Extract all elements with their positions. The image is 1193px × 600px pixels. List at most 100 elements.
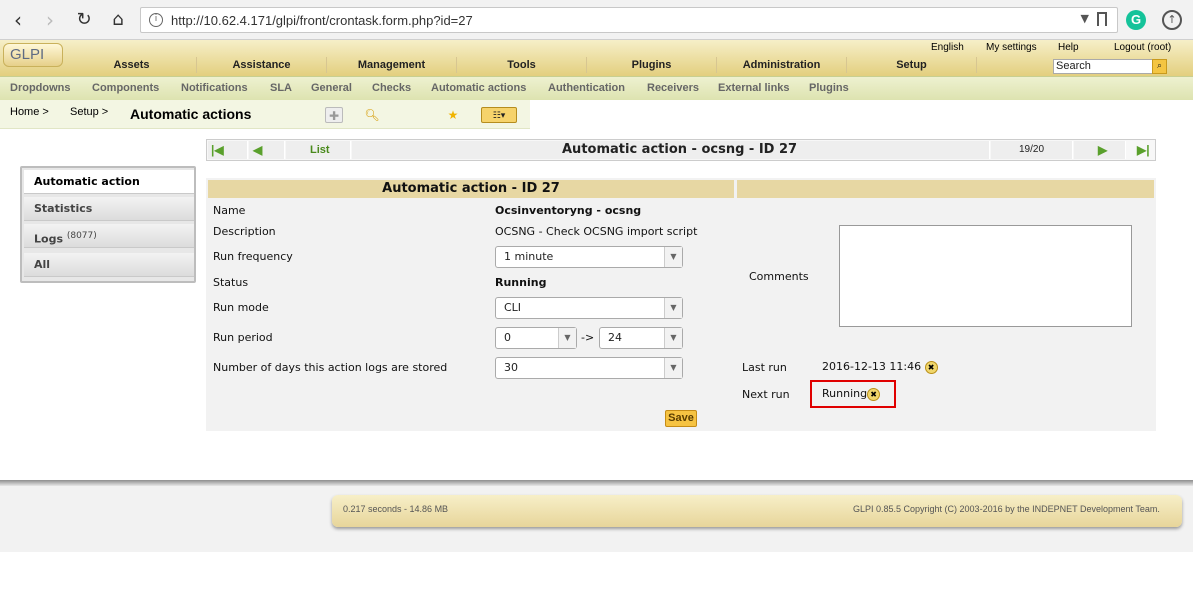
forward-icon[interactable]: ›	[38, 8, 62, 32]
footer-copyright[interactable]: GLPI 0.85.5 Copyright (C) 2003-2016 by t…	[853, 504, 1160, 514]
chevron-down-icon: ▼	[664, 358, 682, 378]
language-link[interactable]: English	[931, 42, 964, 53]
crontask-form: Automatic action - ID 27 Name Ocsinvento…	[206, 178, 1156, 431]
home-icon[interactable]: ⌂	[106, 8, 130, 32]
submenu-sla[interactable]: SLA	[270, 82, 292, 94]
url-text[interactable]: http://10.62.4.171/glpi/front/crontask.f…	[171, 13, 473, 28]
search-input[interactable]: Search	[1053, 59, 1167, 74]
prev-record-icon[interactable]: ◀	[253, 142, 262, 158]
period-from-select[interactable]: 0 ▼	[495, 327, 577, 349]
next-record-icon[interactable]: ▶	[1098, 142, 1107, 158]
submenu-automatic-actions[interactable]: Automatic actions	[431, 82, 526, 94]
record-position: 19/20	[1019, 144, 1045, 155]
comments-label: Comments	[749, 270, 809, 283]
reload-icon[interactable]: ↻	[72, 8, 96, 32]
highlight-box	[810, 380, 896, 408]
form-header-right	[737, 180, 1154, 198]
breadcrumb: Home > Setup > Automatic actions ✚ 🔍︎ ★ …	[0, 100, 530, 129]
address-bar[interactable]: i http://10.62.4.171/glpi/front/crontask…	[140, 7, 1118, 33]
my-settings-link[interactable]: My settings	[986, 42, 1037, 53]
record-title: Automatic action - ocsng - ID 27	[562, 142, 798, 157]
tab-label: Automatic action	[34, 175, 140, 188]
reset-icon[interactable]: ✖	[924, 360, 938, 374]
frequency-label: Run frequency	[213, 250, 293, 263]
columns-icon[interactable]: ☷▾	[481, 107, 517, 123]
submenu-checks[interactable]: Checks	[372, 82, 411, 94]
mode-label: Run mode	[213, 301, 269, 314]
menu-administration[interactable]: Administration	[717, 57, 847, 73]
page-footer: 0.217 seconds - 14.86 MB GLPI 0.85.5 Cop…	[332, 495, 1182, 527]
last-record-icon[interactable]: ▶|	[1137, 142, 1150, 158]
search-tool-icon[interactable]: 🔍︎	[363, 107, 381, 123]
frequency-value: 1 minute	[504, 250, 554, 263]
tab-statistics[interactable]: Statistics	[24, 197, 194, 221]
search-icon[interactable]: ⌕	[1152, 59, 1167, 74]
submenu-external-links[interactable]: External links	[718, 82, 790, 94]
submenu-general[interactable]: General	[311, 82, 352, 94]
name-value: Ocsinventoryng - ocsng	[495, 204, 642, 217]
tab-all[interactable]: All	[24, 253, 194, 277]
star-icon[interactable]: ★	[444, 107, 462, 123]
first-record-icon[interactable]: |◀	[211, 142, 224, 158]
chevron-down-icon: ▼	[664, 298, 682, 318]
last-run-text: 2016-12-13 11:46	[822, 360, 922, 373]
glpi-logo[interactable]: GLPI	[3, 43, 63, 67]
menu-management[interactable]: Management	[327, 57, 457, 73]
submenu-plugins[interactable]: Plugins	[809, 82, 849, 94]
last-run-label: Last run	[742, 361, 787, 374]
main-menu: Assets Assistance Management Tools Plugi…	[67, 57, 1117, 73]
next-run-label: Next run	[742, 388, 790, 401]
frequency-select[interactable]: 1 minute ▼	[495, 246, 683, 268]
name-label: Name	[213, 204, 246, 217]
comments-textarea[interactable]	[839, 225, 1132, 327]
browser-toolbar: ‹ › ↻ ⌂ i http://10.62.4.171/glpi/front/…	[0, 0, 1193, 40]
submenu-authentication[interactable]: Authentication	[548, 82, 625, 94]
chevron-down-icon: ▼	[664, 328, 682, 348]
mode-select[interactable]: CLI ▼	[495, 297, 683, 319]
grammarly-icon[interactable]: G	[1126, 10, 1146, 30]
description-label: Description	[213, 225, 276, 238]
save-button[interactable]: Save	[665, 410, 697, 427]
period-from-value: 0	[504, 331, 511, 344]
tab-count: (8077)	[66, 231, 97, 241]
period-to-select[interactable]: 24 ▼	[599, 327, 683, 349]
breadcrumb-setup[interactable]: Setup >	[70, 106, 108, 118]
mode-value: CLI	[504, 301, 522, 314]
info-icon[interactable]: i	[149, 13, 163, 27]
logout-link[interactable]: Logout (root)	[1114, 42, 1171, 53]
menu-assistance[interactable]: Assistance	[197, 57, 327, 73]
back-icon[interactable]: ‹	[6, 8, 30, 32]
tab-label: Logs	[34, 232, 63, 246]
status-value: Running	[495, 276, 547, 289]
breadcrumb-home[interactable]: Home >	[10, 106, 49, 118]
setup-submenu: Dropdowns Components Notifications SLA G…	[0, 76, 1193, 100]
submenu-components[interactable]: Components	[92, 82, 159, 94]
glpi-header: GLPI English My settings Help Logout (ro…	[0, 40, 1193, 76]
menu-tools[interactable]: Tools	[457, 57, 587, 73]
period-to-value: 24	[608, 331, 622, 344]
logs-days-value: 30	[504, 361, 518, 374]
record-pager: |◀ ◀ List Automatic action - ocsng - ID …	[206, 139, 1156, 161]
help-link[interactable]: Help	[1058, 42, 1079, 53]
page-title[interactable]: Automatic actions	[130, 106, 251, 122]
chevron-down-icon: ▼	[664, 247, 682, 267]
bookmark-icon[interactable]	[1097, 12, 1107, 26]
dropdown-icon[interactable]: ▼	[1081, 12, 1089, 25]
list-link[interactable]: List	[310, 142, 330, 158]
add-icon[interactable]: ✚	[325, 107, 343, 123]
tab-automatic-action[interactable]: Automatic action	[24, 170, 194, 194]
tab-logs[interactable]: Logs (8077)	[24, 224, 194, 248]
menu-plugins[interactable]: Plugins	[587, 57, 717, 73]
menu-setup[interactable]: Setup	[847, 57, 977, 73]
download-icon[interactable]: ↑	[1162, 10, 1182, 30]
description-value: OCSNG - Check OCSNG import script	[495, 225, 698, 238]
tab-label: Statistics	[34, 202, 93, 215]
submenu-receivers[interactable]: Receivers	[647, 82, 699, 94]
footer-timing: 0.217 seconds - 14.86 MB	[343, 504, 449, 514]
tab-label: All	[34, 258, 51, 271]
submenu-dropdowns[interactable]: Dropdowns	[10, 82, 71, 94]
submenu-notifications[interactable]: Notifications	[181, 82, 248, 94]
logs-days-label: Number of days this action logs are stor…	[213, 361, 448, 374]
menu-assets[interactable]: Assets	[67, 57, 197, 73]
logs-days-select[interactable]: 30 ▼	[495, 357, 683, 379]
